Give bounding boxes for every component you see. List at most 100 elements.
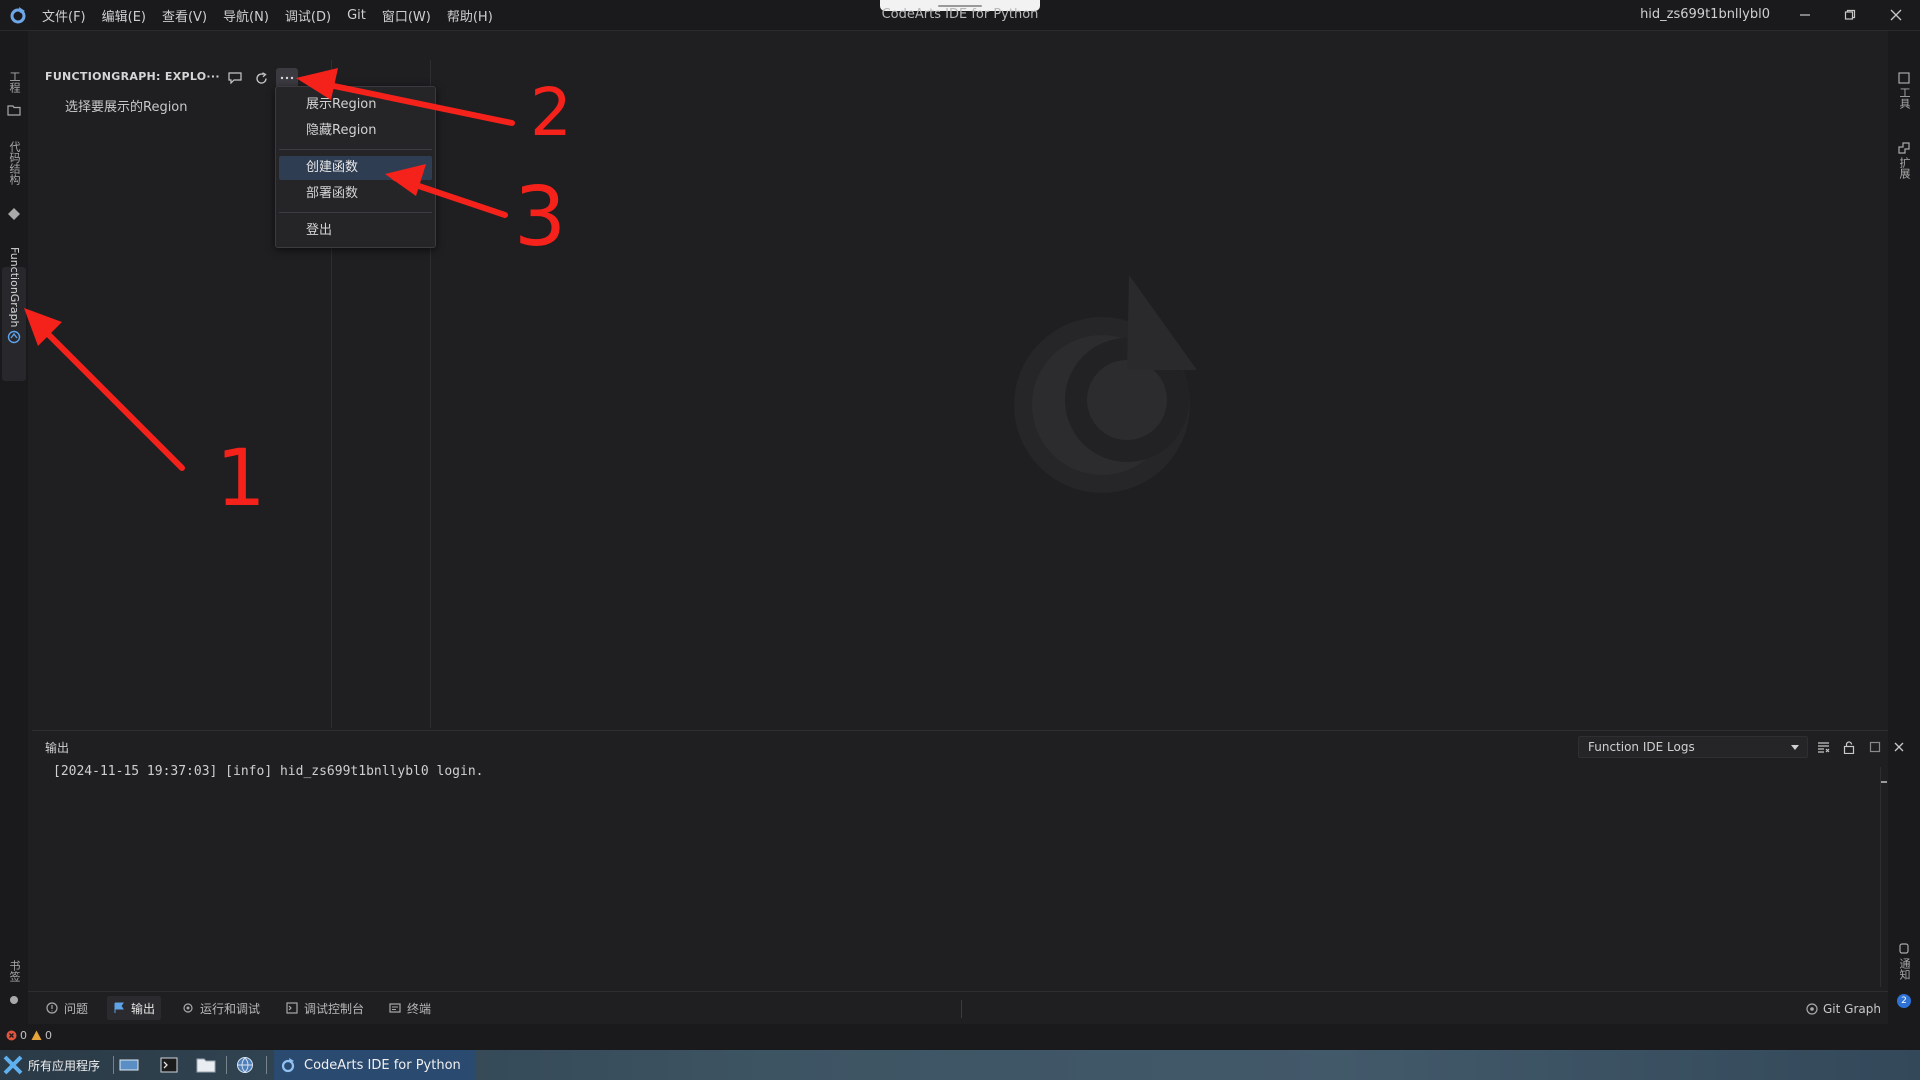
menu-item-show-region[interactable]: 展示Region xyxy=(279,93,432,117)
taskbar-file-manager[interactable] xyxy=(195,1055,217,1075)
folder-icon xyxy=(7,105,21,116)
close-icon xyxy=(1890,9,1902,21)
feedback-icon xyxy=(228,72,242,84)
activity-bar-right: 工具 扩展 通知 2 xyxy=(1888,31,1920,1031)
tab-terminal[interactable]: 终端 xyxy=(383,996,437,1020)
menu-help[interactable]: 帮助(H) xyxy=(447,6,493,25)
menu-item-deploy-function[interactable]: 部署函数 xyxy=(279,182,432,206)
more-actions-dropdown: 展示Region 隐藏Region 创建函数 部署函数 登出 xyxy=(275,86,436,248)
activity-item-project[interactable]: 工程 xyxy=(6,71,22,93)
debug-console-icon xyxy=(286,1002,298,1014)
codearts-app-icon xyxy=(281,1058,295,1073)
menu-window[interactable]: 窗口(W) xyxy=(382,6,431,25)
activity-item-extensions[interactable]: 扩展 xyxy=(1896,157,1912,179)
warning-count: 0 xyxy=(45,1029,52,1042)
activity-item-notifications[interactable]: 通知 xyxy=(1896,958,1912,980)
close-window-button[interactable] xyxy=(1883,3,1909,27)
log-channel-value: Function IDE Logs xyxy=(1588,740,1695,754)
lock-icon xyxy=(1843,740,1855,754)
os-taskbar: 所有应用程序 CodeArts IDE for Python xyxy=(0,1050,1920,1080)
menu-debug[interactable]: 调试(D) xyxy=(285,6,331,25)
output-panel: 输出 Function IDE Logs [2024-11-15 19:37:0… xyxy=(32,730,1904,990)
more-icon xyxy=(280,76,294,80)
codearts-watermark-icon xyxy=(1014,275,1197,493)
menu-git[interactable]: Git xyxy=(347,8,366,23)
divider xyxy=(961,1000,962,1018)
menu-item-logout[interactable]: 登出 xyxy=(279,219,432,243)
menu-file[interactable]: 文件(F) xyxy=(42,6,86,25)
log-channel-select[interactable]: Function IDE Logs xyxy=(1578,736,1808,758)
bottom-panel-tabs: 问题 输出 运行和调试 调试控制台 终端 Git Graph xyxy=(28,991,1888,1023)
notification-bell-icon xyxy=(1899,943,1909,954)
account-username[interactable]: hid_zs699t1bnllybl0 xyxy=(1620,7,1770,22)
terminal-icon xyxy=(389,1003,401,1013)
git-graph-icon xyxy=(1806,1003,1818,1015)
structure-icon xyxy=(8,208,20,220)
tab-run-debug[interactable]: 运行和调试 xyxy=(176,996,266,1020)
activity-item-bookmarks[interactable]: 书签 xyxy=(6,960,22,982)
taskbar-show-desktop[interactable] xyxy=(118,1055,140,1075)
maximize-panel-button[interactable] xyxy=(1866,738,1884,756)
notification-count-badge[interactable]: 2 xyxy=(1897,994,1911,1008)
output-icon xyxy=(114,1002,124,1013)
menu-separator xyxy=(279,149,432,150)
feedback-button[interactable] xyxy=(224,68,246,88)
region-select-prompt[interactable]: 选择要展示的Region xyxy=(65,96,188,115)
taskbar-browser[interactable] xyxy=(234,1055,256,1075)
tab-problems-label: 问题 xyxy=(64,1001,89,1016)
menu-view[interactable]: 查看(V) xyxy=(162,6,207,25)
start-menu-label: 所有应用程序 xyxy=(28,1058,101,1073)
minimize-button[interactable] xyxy=(1792,3,1818,27)
warning-icon xyxy=(31,1030,42,1040)
git-graph-button[interactable]: Git Graph xyxy=(1806,1002,1881,1016)
status-bar: 0 0 xyxy=(0,1024,1920,1050)
maximize-icon xyxy=(1869,741,1881,753)
taskbar-separator xyxy=(226,1056,227,1074)
clear-output-button[interactable] xyxy=(1814,738,1832,756)
menu-item-hide-region[interactable]: 隐藏Region xyxy=(279,119,432,143)
terminal-app-icon xyxy=(160,1057,178,1073)
output-scrollbar[interactable] xyxy=(1880,767,1887,987)
clear-list-icon xyxy=(1817,741,1829,753)
tab-problems[interactable]: 问题 xyxy=(40,996,94,1020)
extensions-icon xyxy=(1898,142,1910,154)
error-count: 0 xyxy=(20,1029,27,1042)
status-problems[interactable]: 0 0 xyxy=(6,1029,52,1042)
lock-scroll-button[interactable] xyxy=(1840,738,1858,756)
close-panel-button[interactable] xyxy=(1890,738,1908,756)
desktop-icon xyxy=(119,1059,139,1071)
taskbar-separator xyxy=(113,1056,114,1074)
start-menu-button[interactable]: 所有应用程序 xyxy=(0,1050,100,1080)
tab-run-debug-label: 运行和调试 xyxy=(200,1001,261,1016)
git-graph-label: Git Graph xyxy=(1823,1002,1881,1016)
taskbar-terminal[interactable] xyxy=(158,1055,180,1075)
folder-app-icon xyxy=(196,1058,216,1073)
more-actions-button[interactable] xyxy=(276,68,298,88)
menu-item-create-function[interactable]: 创建函数 xyxy=(279,156,432,180)
tools-icon xyxy=(1898,72,1910,84)
activity-bar-left: 工程 代码结构 FunctionGraph 书签 xyxy=(0,31,28,1031)
tab-output[interactable]: 输出 xyxy=(107,996,162,1020)
activity-item-tools[interactable]: 工具 xyxy=(1896,87,1912,109)
minimize-icon xyxy=(1800,14,1810,16)
menu-navigate[interactable]: 导航(N) xyxy=(223,6,269,25)
title-drag-handle[interactable] xyxy=(880,0,1040,11)
problems-icon xyxy=(46,1002,58,1014)
refresh-icon xyxy=(255,71,267,84)
tab-debug-console[interactable]: 调试控制台 xyxy=(280,996,370,1020)
bookmark-icon xyxy=(10,996,18,1004)
menu-edit[interactable]: 编辑(E) xyxy=(102,6,146,25)
activity-item-functiongraph-label[interactable]: FunctionGraph xyxy=(6,247,22,328)
explorer-toolbar xyxy=(224,68,302,88)
activity-item-structure[interactable]: 代码结构 xyxy=(6,141,22,185)
tab-debug-console-label: 调试控制台 xyxy=(304,1001,365,1016)
editor-area xyxy=(431,60,1888,728)
explorer-title: FUNCTIONGRAPH: EXPLO··· xyxy=(45,70,220,83)
functiongraph-icon xyxy=(7,330,21,344)
taskbar-codearts-window[interactable]: CodeArts IDE for Python xyxy=(274,1050,476,1080)
close-icon xyxy=(1894,742,1904,752)
refresh-button[interactable] xyxy=(250,68,272,88)
run-debug-icon xyxy=(183,1003,193,1013)
taskbar-separator xyxy=(266,1056,267,1074)
restore-button[interactable] xyxy=(1837,3,1863,27)
